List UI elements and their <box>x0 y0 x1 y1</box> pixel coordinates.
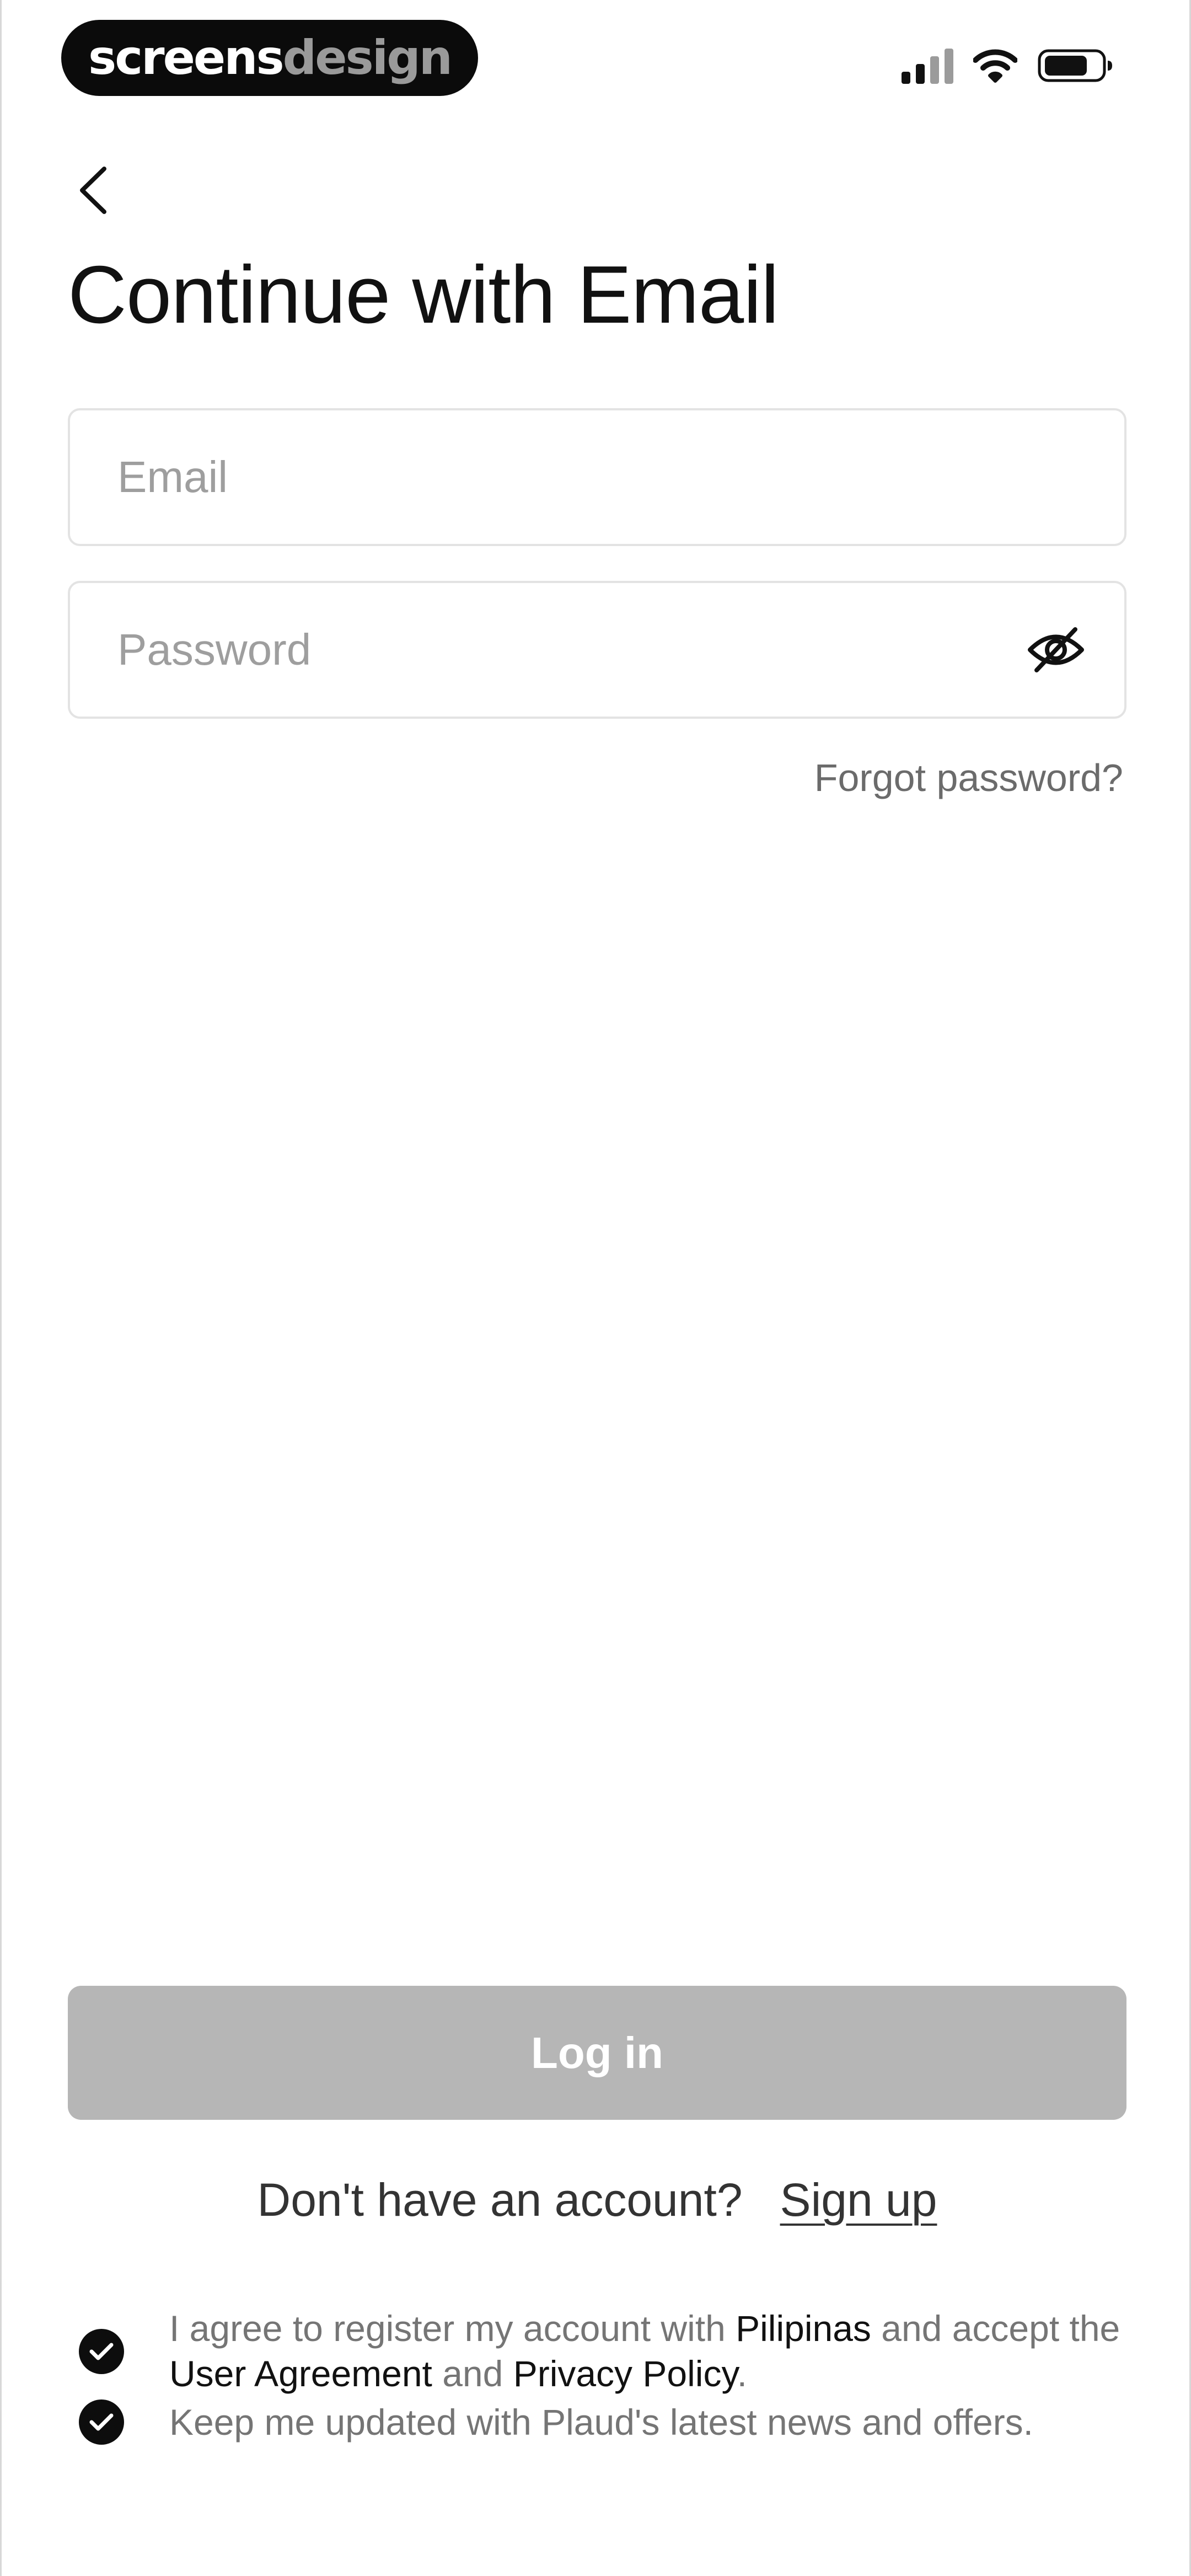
forgot-password-link[interactable]: Forgot password? <box>814 756 1123 800</box>
newsletter-text: Keep me updated with Plaud's latest news… <box>169 2402 1034 2443</box>
signup-link[interactable]: Sign up <box>780 2174 937 2226</box>
battery-icon <box>1038 49 1112 82</box>
password-visibility-toggle[interactable] <box>1023 617 1089 683</box>
login-button[interactable]: Log in <box>68 1986 1126 2120</box>
back-button[interactable] <box>67 160 120 221</box>
agreement-checkbox[interactable] <box>79 2329 124 2374</box>
agreement-text-part1: I agree to register my account with <box>169 2308 736 2349</box>
signup-row: Don't have an account? Sign up <box>2 2173 1191 2227</box>
newsletter-consent: Keep me updated with Plaud's latest news… <box>79 2399 1126 2445</box>
checkmark-icon <box>89 2413 114 2431</box>
agreement-text-part2: and accept the <box>871 2308 1120 2349</box>
email-field-container <box>68 408 1126 546</box>
signal-icon <box>902 47 953 84</box>
agreement-brand: Pilipinas <box>736 2308 871 2349</box>
newsletter-checkbox[interactable] <box>79 2399 124 2445</box>
brand-logo-part2: design <box>282 30 453 85</box>
status-icons <box>902 46 1114 85</box>
wifi-icon <box>973 49 1017 83</box>
eye-off-icon <box>1028 627 1084 672</box>
agreement-text-period: . <box>737 2353 747 2394</box>
privacy-policy-link[interactable]: Privacy Policy <box>513 2353 737 2394</box>
password-field-container <box>68 581 1126 719</box>
brand-logo-part1: screens <box>88 30 285 85</box>
login-screen: screens design Continue with Email Email… <box>0 0 1191 2576</box>
page-title: Continue with Email <box>68 249 779 340</box>
brand-logo: screens design <box>61 20 478 96</box>
email-input[interactable] <box>116 410 1124 544</box>
chevron-left-icon <box>80 167 106 214</box>
agreement-text-and: and <box>432 2353 513 2394</box>
password-input[interactable] <box>116 582 1023 717</box>
agreement-text: I agree to register my account with Pili… <box>169 2306 1126 2396</box>
user-agreement-link[interactable]: User Agreement <box>169 2353 432 2394</box>
agreement-consent: I agree to register my account with Pili… <box>79 2306 1126 2396</box>
checkmark-icon <box>89 2343 114 2360</box>
signup-prompt: Don't have an account? <box>257 2174 743 2226</box>
